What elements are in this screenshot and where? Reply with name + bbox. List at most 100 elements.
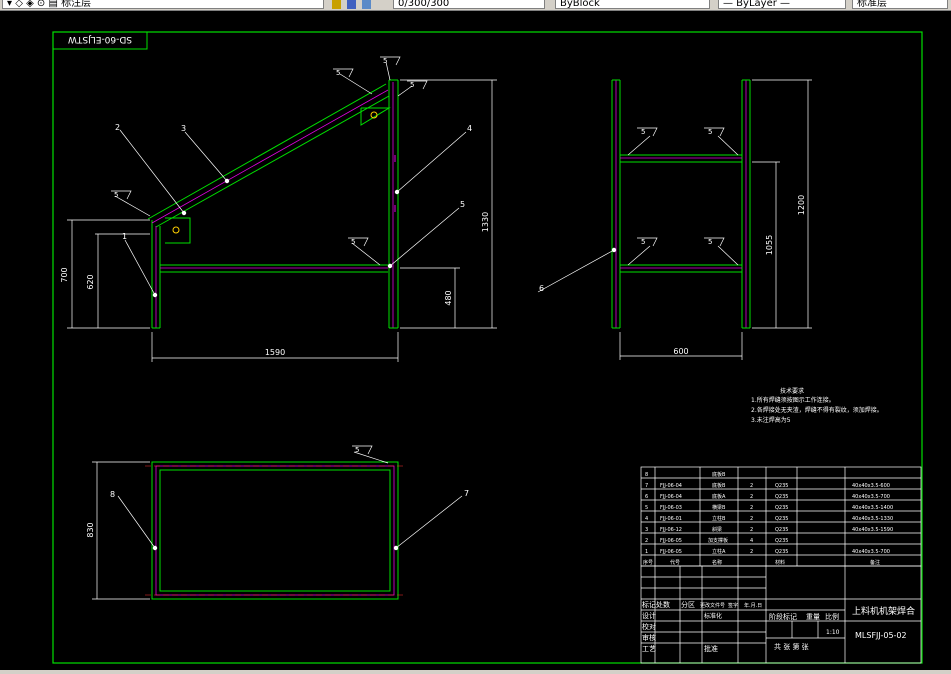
- title-block-text: 标记处数 分区 更改文件号 签字 年.月.日 设计 标准化 校对 审核 工艺 批…: [642, 600, 915, 653]
- bom-r0-no: 8: [645, 472, 648, 478]
- balloon-2: 2: [115, 123, 120, 132]
- bom-r7-spec: 40x40x3.5-700: [852, 549, 890, 555]
- balloon-3: 3: [181, 124, 186, 133]
- tb-title: 上料机机架焊合: [852, 605, 915, 617]
- bom-r7-no: 1: [645, 549, 648, 555]
- weld-label-2: 5: [336, 69, 340, 77]
- tb-proofread: 校对: [642, 622, 656, 631]
- tb-drawing-number: MLSFJJ-05-02: [855, 631, 907, 640]
- bom-r4-spec: 40x40x3.5-1330: [852, 516, 893, 522]
- balloon-4: 4: [467, 124, 472, 133]
- bom-r6-no: 2: [645, 538, 648, 544]
- tb-design: 设计: [642, 611, 656, 620]
- tb-mark: 标记处数: [642, 600, 670, 609]
- layer-manager-icon[interactable]: [347, 0, 356, 9]
- weld-label-9: 5: [708, 238, 712, 246]
- bom-r5-qty: 2: [750, 527, 753, 533]
- bom-r6-code: FJJ-06-05: [660, 538, 682, 544]
- dim-600: 600: [673, 347, 688, 356]
- bom-r5-code: FJJ-06-12: [660, 527, 682, 533]
- bom-r1-code: FJJ-06-04: [660, 483, 682, 489]
- linetype-dropdown[interactable]: ByBlock: [555, 0, 710, 9]
- weld-label-5: 5: [351, 238, 355, 246]
- drawing-canvas[interactable]: SD-60-ELJSTW 700 620 1590 1330 480 1 2 3…: [0, 10, 951, 670]
- weld-symbols-front: [111, 56, 428, 247]
- dim-1200: 1200: [797, 195, 806, 215]
- tb-change-doc: 更改文件号: [700, 602, 725, 609]
- weld-label-4: 5: [410, 81, 414, 89]
- tb-process: 工艺: [642, 645, 656, 653]
- side-view-dimensions: [537, 79, 812, 360]
- bom-hdr-name: 名称: [712, 559, 722, 566]
- bom-r3-mat: Q235: [775, 505, 788, 511]
- balloon-1: 1: [122, 232, 127, 241]
- bom-r7-qty: 2: [750, 549, 753, 555]
- bom-r6-qty: 4: [750, 538, 753, 544]
- bom-r0-name: 底板B: [712, 471, 726, 478]
- balloon-8: 8: [110, 490, 115, 499]
- layer-dropdown[interactable]: ▾ ◇ ◈ ⊙ ▤ 标注层: [2, 0, 324, 9]
- tb-signature: 签字: [728, 602, 738, 609]
- layer-states-icon[interactable]: [332, 0, 341, 9]
- bom-r5-no: 3: [645, 527, 648, 533]
- notes-line-1: 1.所有焊缝须按图示工作连接。: [751, 396, 835, 404]
- bom-r5-mat: Q235: [775, 527, 788, 533]
- status-strip: [0, 670, 951, 674]
- notes-line-3: 3.未注焊高为5: [751, 416, 791, 424]
- tb-weight: 重量: [806, 613, 820, 621]
- front-view-dimensions: [67, 79, 497, 362]
- bom-r1-no: 7: [645, 483, 648, 489]
- bom-hdr-mat: 材料: [775, 559, 785, 566]
- lineweight-dropdown[interactable]: — ByLayer —: [718, 0, 846, 9]
- tb-zone: 分区: [681, 600, 695, 609]
- weld-label-3: 5: [383, 57, 387, 65]
- code-box-text: SD-60-ELJSTW: [68, 34, 132, 44]
- bom-r7-name: 立柱A: [712, 548, 726, 555]
- bom-r7-code: FJJ-06-05: [660, 549, 682, 555]
- balloon-5: 5: [460, 200, 465, 209]
- dim-700: 700: [60, 267, 69, 282]
- notes-title: 技术要求: [780, 387, 804, 395]
- side-view: [611, 79, 751, 329]
- bom-r4-mat: Q235: [775, 516, 788, 522]
- color-dropdown[interactable]: 0/300/300: [393, 0, 545, 9]
- weld-label-8: 5: [641, 238, 645, 246]
- bom-r5-spec: 40x40x3.5-1590: [852, 527, 893, 533]
- top-view-dot-8: [152, 545, 158, 551]
- bom-hdr-no: 序号: [643, 559, 653, 566]
- match-layer-icon[interactable]: [362, 0, 371, 9]
- top-view-dot-7: [393, 545, 399, 551]
- bom-hdr-code: 代号: [670, 559, 680, 566]
- bom-r1-name: 底板B: [712, 482, 726, 489]
- side-view-dot: [611, 247, 617, 253]
- tb-date: 年.月.日: [744, 602, 762, 609]
- tech-notes: 技术要求 1.所有焊缝须按图示工作连接。 2.各焊接处无夹渣，焊缝不得有裂纹，须…: [751, 387, 883, 424]
- bom-r3-qty: 2: [750, 505, 753, 511]
- bom-r1-qty: 2: [750, 483, 753, 489]
- bom-r4-no: 4: [645, 516, 648, 522]
- bom-r2-no: 6: [645, 494, 648, 500]
- bom-r2-name: 底板A: [712, 493, 726, 500]
- dim-620: 620: [86, 274, 95, 289]
- bom-r4-qty: 2: [750, 516, 753, 522]
- plotstyle-dropdown[interactable]: 标准层: [852, 0, 948, 9]
- dim-1055: 1055: [765, 235, 774, 255]
- bom-r6-mat: Q235: [775, 538, 788, 544]
- weld-label-1: 5: [114, 191, 118, 199]
- tb-review: 审核: [642, 633, 656, 642]
- bom-r7-mat: Q235: [775, 549, 788, 555]
- front-view-leaders: [114, 61, 467, 296]
- bom-r4-code: FJJ-06-01: [660, 516, 682, 522]
- bom-r2-spec: 40x40x3.5-700: [852, 494, 890, 500]
- tb-standard: 标准化: [704, 612, 722, 620]
- dim-1330: 1330: [481, 212, 490, 232]
- dim-1590: 1590: [265, 348, 285, 357]
- tb-approve: 批准: [704, 644, 718, 653]
- top-view: [145, 461, 405, 600]
- notes-line-2: 2.各焊接处无夹渣，焊缝不得有裂纹，须加焊接。: [751, 406, 883, 414]
- bom-r3-code: FJJ-06-03: [660, 505, 682, 511]
- bom-r3-spec: 40x40x3.5-1400: [852, 505, 893, 511]
- tb-ratio: 比例: [825, 612, 839, 621]
- top-view-dimensions: [92, 451, 463, 600]
- bom-r2-mat: Q235: [775, 494, 788, 500]
